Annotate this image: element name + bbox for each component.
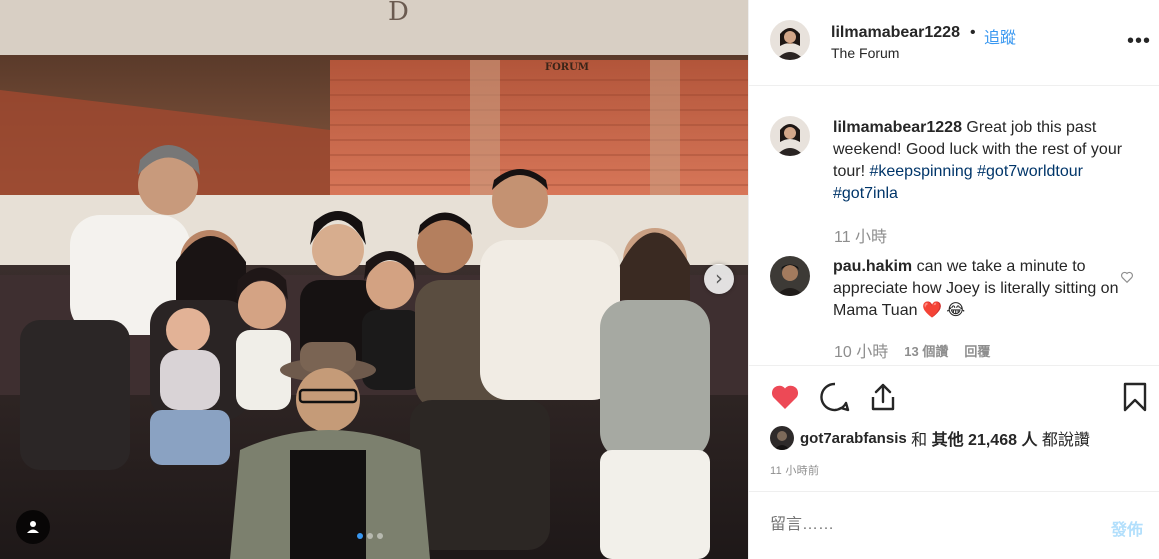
user-tag-icon — [27, 521, 39, 533]
carousel-dot — [357, 533, 363, 539]
bookmark-icon[interactable] — [1119, 381, 1151, 413]
hashtag-link[interactable]: #got7worldtour — [977, 163, 1083, 180]
caption-username-link[interactable]: lilmamabear1228 — [833, 119, 962, 136]
caption-meta: 11 小時 — [834, 223, 887, 247]
comment-time[interactable]: 10 小時 — [834, 338, 888, 362]
post-comment-button[interactable]: 發佈 — [1111, 516, 1143, 540]
svg-text:D: D — [388, 0, 409, 27]
author-username-link[interactable]: lilmamabear1228 — [831, 24, 960, 42]
comment-likes[interactable]: 13 個讚 — [904, 341, 948, 362]
author-avatar[interactable] — [770, 20, 810, 60]
svg-text:FORUM: FORUM — [545, 62, 589, 73]
commenter-username-link[interactable]: pau.hakim — [833, 258, 912, 275]
comment-meta: 10 小時 13 個讚 回覆 — [834, 338, 990, 362]
post-photo[interactable]: D FORUM › — [0, 0, 748, 559]
commenter-avatar[interactable] — [770, 256, 810, 296]
comment-text: pau.hakim can we take a minute to apprec… — [833, 256, 1123, 322]
heart-filled-icon[interactable] — [769, 381, 801, 413]
follow-button[interactable]: 追蹤 — [984, 24, 1016, 48]
comment-item: pau.hakim can we take a minute to apprec… — [749, 256, 1159, 364]
reply-button[interactable]: 回覆 — [964, 341, 990, 362]
caption-time[interactable]: 11 小時 — [834, 223, 887, 247]
laughing-emoji: 😂 — [946, 302, 966, 319]
caption-text: lilmamabear1228 Great job this past week… — [833, 117, 1123, 205]
comment-icon[interactable] — [819, 381, 851, 413]
share-icon[interactable] — [867, 381, 899, 413]
liker-avatar[interactable] — [770, 426, 794, 450]
comment-input[interactable] — [770, 516, 1070, 534]
liker-username-link[interactable]: got7arabfansis — [800, 430, 907, 447]
likes-and: 和 — [906, 432, 932, 449]
post-timestamp[interactable]: 11 小時前 — [770, 462, 819, 478]
heart-emoji: ❤️ — [921, 302, 942, 319]
likes-count-link[interactable]: 其他 21,468 人 — [932, 426, 1038, 450]
likes-summary: got7arabfansis 和 其他 21,468 人 都說讚 — [770, 425, 1090, 451]
chevron-right-icon: › — [715, 266, 723, 290]
comment-like-icon[interactable] — [1120, 270, 1134, 284]
group-photo-image: D FORUM — [0, 0, 748, 559]
carousel-next-button[interactable]: › — [704, 264, 734, 294]
caption: lilmamabear1228 Great job this past week… — [749, 86, 1159, 256]
post-header: lilmamabear1228 • 追蹤 The Forum ••• — [749, 0, 1159, 86]
add-comment-section: 發佈 — [749, 491, 1159, 559]
hashtag-link[interactable]: #keepspinning — [869, 163, 972, 180]
location-link[interactable]: The Forum — [831, 45, 899, 61]
caption-avatar[interactable] — [770, 116, 810, 156]
hashtag-link[interactable]: #got7inla — [833, 185, 898, 202]
tagged-users-button[interactable] — [16, 510, 50, 544]
post-sidebar: lilmamabear1228 • 追蹤 The Forum ••• lilma… — [748, 0, 1159, 559]
action-bar — [749, 365, 1159, 425]
carousel-dot — [377, 533, 383, 539]
more-options-icon[interactable]: ••• — [1127, 30, 1151, 53]
likes-suffix: 都說讚 — [1037, 432, 1090, 449]
instagram-post: D FORUM › lilmamabear1228 • 追蹤 The Forum… — [0, 0, 1159, 559]
carousel-indicator — [357, 533, 383, 539]
header-separator: • — [970, 24, 976, 41]
carousel-dot — [367, 533, 373, 539]
